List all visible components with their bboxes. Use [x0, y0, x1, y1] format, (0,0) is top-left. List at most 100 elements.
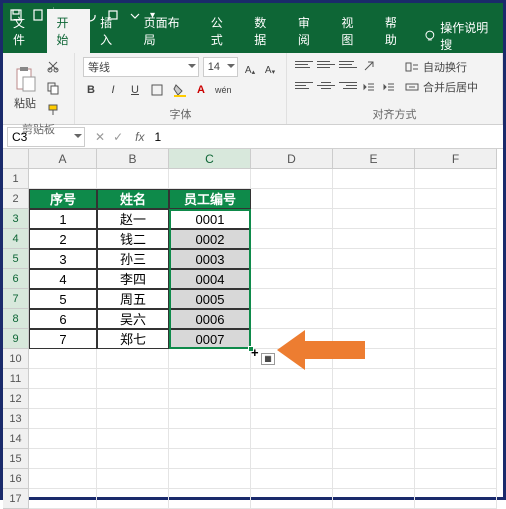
- cell[interactable]: 0003: [169, 249, 251, 269]
- cell[interactable]: [29, 449, 97, 469]
- cell[interactable]: [97, 409, 169, 429]
- cell[interactable]: [251, 209, 333, 229]
- cell[interactable]: 2: [29, 229, 97, 249]
- cell[interactable]: 吴六: [97, 309, 169, 329]
- align-left-icon[interactable]: [295, 78, 313, 92]
- cell[interactable]: [251, 389, 333, 409]
- row-header[interactable]: 6: [3, 269, 29, 289]
- cell[interactable]: [251, 449, 333, 469]
- font-name-select[interactable]: 等线: [83, 57, 199, 77]
- tab-layout[interactable]: 页面布局: [134, 9, 201, 53]
- cell[interactable]: [415, 309, 497, 329]
- cell[interactable]: [333, 469, 415, 489]
- orientation-icon[interactable]: [361, 57, 377, 75]
- cell[interactable]: 3: [29, 249, 97, 269]
- cell[interactable]: 周五: [97, 289, 169, 309]
- cell[interactable]: [333, 189, 415, 209]
- cell[interactable]: [169, 349, 251, 369]
- paste-button[interactable]: 粘贴: [11, 65, 39, 111]
- row-header[interactable]: 9: [3, 329, 29, 349]
- cell[interactable]: 5: [29, 289, 97, 309]
- cell[interactable]: [169, 469, 251, 489]
- cell[interactable]: [29, 489, 97, 509]
- cell[interactable]: [333, 229, 415, 249]
- cell[interactable]: 序号: [29, 189, 97, 209]
- cell[interactable]: [169, 169, 251, 189]
- cell[interactable]: [415, 329, 497, 349]
- col-header-D[interactable]: D: [251, 149, 333, 169]
- row-header[interactable]: 12: [3, 389, 29, 409]
- cell[interactable]: 0001: [169, 209, 251, 229]
- col-header-E[interactable]: E: [333, 149, 415, 169]
- col-header-A[interactable]: A: [29, 149, 97, 169]
- cell[interactable]: [97, 429, 169, 449]
- row-header[interactable]: 4: [3, 229, 29, 249]
- cell[interactable]: 7: [29, 329, 97, 349]
- cell[interactable]: [169, 489, 251, 509]
- cell[interactable]: [333, 309, 415, 329]
- wrap-text-button[interactable]: 自动换行: [405, 59, 478, 75]
- align-middle-icon[interactable]: [317, 57, 335, 71]
- cut-icon[interactable]: [45, 57, 61, 75]
- font-size-select[interactable]: 14: [203, 57, 238, 77]
- cell[interactable]: [415, 369, 497, 389]
- col-header-C[interactable]: C: [169, 149, 251, 169]
- tab-review[interactable]: 审阅: [288, 9, 332, 53]
- cell[interactable]: [333, 489, 415, 509]
- cell[interactable]: 0004: [169, 269, 251, 289]
- select-all-corner[interactable]: [3, 149, 29, 169]
- spreadsheet-grid[interactable]: A B C D E F 12序号姓名员工编号31赵一000142钱二000253…: [3, 149, 503, 509]
- name-box[interactable]: C3: [7, 127, 85, 147]
- cell[interactable]: [415, 489, 497, 509]
- cell[interactable]: [29, 169, 97, 189]
- row-header[interactable]: 7: [3, 289, 29, 309]
- cell[interactable]: 0005: [169, 289, 251, 309]
- cell[interactable]: [251, 309, 333, 329]
- cell[interactable]: 0002: [169, 229, 251, 249]
- cell[interactable]: [415, 429, 497, 449]
- cell[interactable]: [251, 289, 333, 309]
- font-color-icon[interactable]: A: [193, 81, 209, 99]
- cell[interactable]: [97, 369, 169, 389]
- cell[interactable]: [415, 229, 497, 249]
- cell[interactable]: [29, 369, 97, 389]
- cell[interactable]: [415, 349, 497, 369]
- cell[interactable]: 李四: [97, 269, 169, 289]
- merge-center-button[interactable]: 合并后居中: [405, 79, 478, 95]
- cell[interactable]: [415, 289, 497, 309]
- cell[interactable]: [169, 369, 251, 389]
- row-header[interactable]: 2: [3, 189, 29, 209]
- fill-color-icon[interactable]: [171, 81, 187, 99]
- cell[interactable]: [29, 409, 97, 429]
- format-painter-icon[interactable]: [45, 101, 61, 119]
- cell[interactable]: 员工编号: [169, 189, 251, 209]
- cell[interactable]: [251, 489, 333, 509]
- cell[interactable]: [29, 429, 97, 449]
- underline-button[interactable]: U: [127, 81, 143, 99]
- row-header[interactable]: 10: [3, 349, 29, 369]
- row-header[interactable]: 11: [3, 369, 29, 389]
- cell[interactable]: [333, 429, 415, 449]
- col-header-B[interactable]: B: [97, 149, 169, 169]
- col-header-F[interactable]: F: [415, 149, 497, 169]
- bold-button[interactable]: B: [83, 81, 99, 99]
- cell[interactable]: [415, 209, 497, 229]
- cell[interactable]: 姓名: [97, 189, 169, 209]
- row-header[interactable]: 13: [3, 409, 29, 429]
- tab-formulas[interactable]: 公式: [201, 9, 245, 53]
- cell[interactable]: [415, 269, 497, 289]
- cell[interactable]: [333, 449, 415, 469]
- cell[interactable]: [251, 269, 333, 289]
- confirm-icon[interactable]: ✓: [113, 130, 123, 144]
- cell[interactable]: [97, 469, 169, 489]
- cell[interactable]: [333, 369, 415, 389]
- border-icon[interactable]: [149, 81, 165, 99]
- increase-indent-icon[interactable]: [381, 78, 397, 96]
- cell[interactable]: [333, 269, 415, 289]
- cell[interactable]: [251, 169, 333, 189]
- tab-view[interactable]: 视图: [331, 9, 375, 53]
- row-header[interactable]: 3: [3, 209, 29, 229]
- cell[interactable]: [333, 209, 415, 229]
- cell[interactable]: 孙三: [97, 249, 169, 269]
- cell[interactable]: [251, 429, 333, 449]
